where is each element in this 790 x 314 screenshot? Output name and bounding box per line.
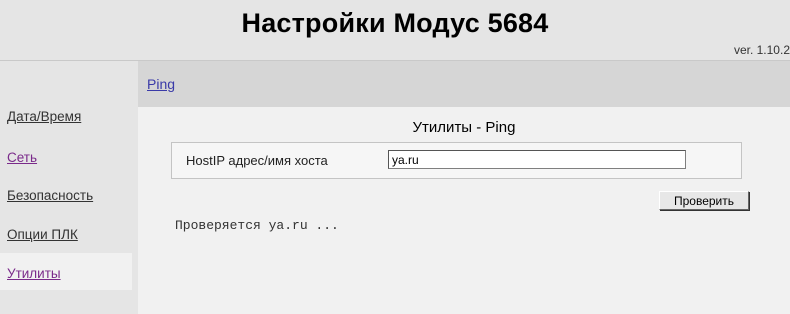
ping-status-text: Проверяется ya.ru ... [175,218,339,233]
version-label: ver. 1.10.2 [733,43,790,57]
host-label: HostIP адрес/имя хоста [186,153,328,168]
sidebar-item-security[interactable]: Безопасность [7,188,93,203]
subnav-bar: Ping [138,61,790,107]
sidebar-item-network[interactable]: Сеть [7,150,37,165]
main-content: Утилиты - Ping HostIP адрес/имя хоста Пр… [138,107,790,314]
host-form: HostIP адрес/имя хоста [171,142,742,179]
sidebar-item-plc-options[interactable]: Опции ПЛК [7,227,78,242]
sidebar-item-datetime[interactable]: Дата/Время [7,109,81,124]
section-title: Утилиты - Ping [412,119,516,136]
page-title: Настройки Модус 5684 [241,8,549,38]
sidebar: Дата/Время Сеть Безопасность Опции ПЛК У… [0,61,138,314]
check-button[interactable]: Проверить [659,191,749,210]
host-input[interactable] [388,150,686,169]
subnav-link-ping[interactable]: Ping [147,76,175,92]
sidebar-item-utilities[interactable]: Утилиты [7,266,61,281]
page-header: Настройки Модус 5684 ver. 1.10.2 [0,0,790,60]
